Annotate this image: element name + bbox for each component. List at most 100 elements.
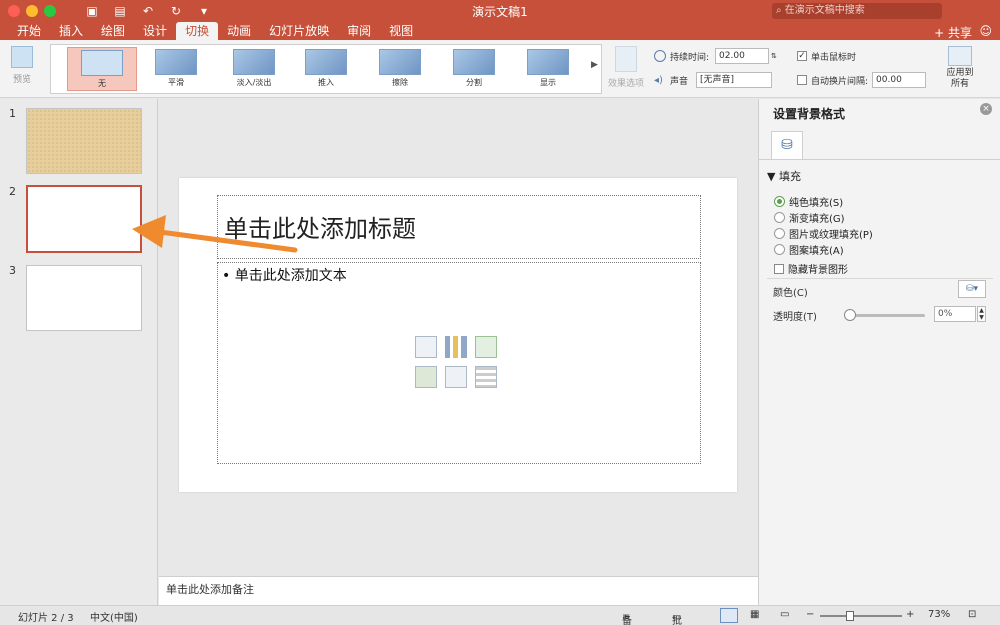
gallery-more-icon[interactable]: ▶ [591,60,598,70]
close-window-button[interactable] [8,5,20,17]
zoom-window-button[interactable] [44,5,56,17]
picture-icon[interactable] [415,366,437,388]
transition-thumbnail [155,49,197,75]
transition-fade[interactable]: 淡入/淡出 [219,47,289,91]
sound-select[interactable]: [无声音] [696,72,773,88]
notes-pane[interactable]: 单击此处添加备注 [159,576,758,605]
transition-label: 推入 [318,78,334,87]
online-picture-icon[interactable] [445,366,467,388]
transition-push[interactable]: 推入 [291,47,361,91]
gradient-fill-option[interactable]: 渐变填充(G) [774,210,845,225]
add-person-icon: + [934,26,945,40]
tab-insert[interactable]: 插入 [50,22,92,40]
zoom-level[interactable]: 73% [928,609,950,620]
slide-thumbnail-2[interactable] [26,185,142,253]
save-icon[interactable]: ▤ [112,4,128,18]
pattern-fill-option[interactable]: 图案填充(A) [774,242,844,257]
close-icon[interactable]: × [980,103,992,115]
tab-view[interactable]: 视图 [380,22,422,40]
minimize-window-button[interactable] [26,5,38,17]
transition-none[interactable]: 无 [67,47,137,91]
zoom-out-icon[interactable]: − [806,609,814,620]
transition-thumbnail [233,49,275,75]
transition-morph[interactable]: 平滑 [141,47,211,91]
search-icon: ⌕ [776,5,782,16]
slide-thumbnail-1[interactable] [26,108,142,174]
slide-editor: 单击此处添加标题 • 单击此处添加文本 [159,99,758,576]
solid-fill-option[interactable]: 纯色填充(S) [774,194,843,209]
fill-bucket-icon[interactable]: ⛁ [771,131,803,159]
tab-home[interactable]: 开始 [8,22,50,40]
chart-icon[interactable] [445,336,467,358]
radio-button[interactable] [774,212,785,223]
color-picker-button[interactable]: ⛁▾ [958,280,986,298]
tab-draw[interactable]: 绘图 [92,22,134,40]
transition-reveal[interactable]: 显示 [513,47,583,91]
transition-label: 无 [98,79,106,88]
tab-slideshow[interactable]: 幻灯片放映 [260,22,338,40]
customize-icon[interactable]: ▾ [196,4,212,18]
on-click-checkbox[interactable]: ✓ [797,51,807,61]
language-indicator[interactable]: 中文(中国) [90,609,138,624]
slide-sorter-icon[interactable]: ▦ [750,609,759,620]
status-bar: 幻灯片 2 / 3 中文(中国) ≡ 备注 ▭ 批注 ▦ ▭ − + 73% ⊡ [0,605,1000,625]
transition-gallery: 无 平滑 淡入/淡出 推入 擦除 分割 显示 [50,44,602,94]
transparency-input[interactable]: 0% [934,306,976,322]
pane-title: 设置背景格式 [773,107,846,121]
slide-number: 2 [9,185,16,198]
slide-canvas: 单击此处添加标题 • 单击此处添加文本 [179,178,737,492]
transparency-slider[interactable] [849,314,925,317]
auto-after-input[interactable]: 00.00 [872,72,927,88]
radio-button[interactable] [774,244,785,255]
duration-input[interactable]: 02.00 [715,48,770,64]
fit-window-icon[interactable]: ⊡ [968,609,976,620]
picture-fill-option[interactable]: 图片或纹理填充(P) [774,226,873,241]
effect-options-button[interactable]: 效果选项 [606,44,646,89]
reading-view-icon[interactable]: ▭ [780,609,789,620]
preview-button[interactable]: 预览 [6,46,38,85]
hide-background-checkbox[interactable] [774,263,784,274]
transition-split[interactable]: 分割 [439,47,509,91]
home-icon[interactable]: ▣ [84,4,100,18]
smartart-icon[interactable] [475,336,497,358]
duration-stepper[interactable]: ⇅ [771,52,777,60]
auto-after-checkbox[interactable] [797,75,807,85]
tab-transitions[interactable]: 切换 [176,22,219,40]
transparency-slider-knob[interactable] [844,309,856,321]
normal-view-icon[interactable] [720,608,738,623]
search-input[interactable]: ⌕ 在演示文稿中搜索 [772,3,942,19]
sound-label: 声音 [670,76,689,87]
content-insert-icons [415,336,503,388]
table-icon[interactable] [415,336,437,358]
redo-icon[interactable]: ↻ [168,4,184,18]
zoom-in-icon[interactable]: + [906,609,914,620]
speaker-icon: ◂) [654,74,663,86]
hide-background-option[interactable]: 隐藏背景图形 [774,261,848,276]
tab-design[interactable]: 设计 [134,22,176,40]
transparency-stepper[interactable]: ▲ ▼ [977,306,986,322]
transition-label: 分割 [466,78,482,87]
zoom-slider[interactable] [820,615,902,617]
fill-section-header[interactable]: ▼ 填充 [767,168,801,184]
apply-to-all-button[interactable]: 应用到 所有 [942,44,978,90]
title-placeholder[interactable]: 单击此处添加标题 [217,195,701,259]
smiley-icon[interactable]: ☺ [979,24,992,38]
slide-number: 3 [9,264,16,277]
tab-review[interactable]: 审阅 [338,22,380,40]
slide-number: 1 [9,107,16,120]
transition-label: 显示 [540,78,556,87]
pane-divider [759,159,1000,160]
color-label: 颜色(C) [773,288,808,299]
radio-button[interactable] [774,196,785,207]
radio-button[interactable] [774,228,785,239]
share-button[interactable]: + 共享 [934,24,972,41]
undo-icon[interactable]: ↶ [140,4,156,18]
slide-thumbnail-3[interactable] [26,265,142,331]
zoom-slider-knob[interactable] [846,611,854,621]
transition-wipe[interactable]: 擦除 [365,47,435,91]
tab-animations[interactable]: 动画 [218,22,260,40]
video-icon[interactable] [475,366,497,388]
apply-to-all-label-2: 所有 [950,79,969,89]
option-label: 图案填充(A) [789,246,844,257]
clock-icon [654,50,666,62]
